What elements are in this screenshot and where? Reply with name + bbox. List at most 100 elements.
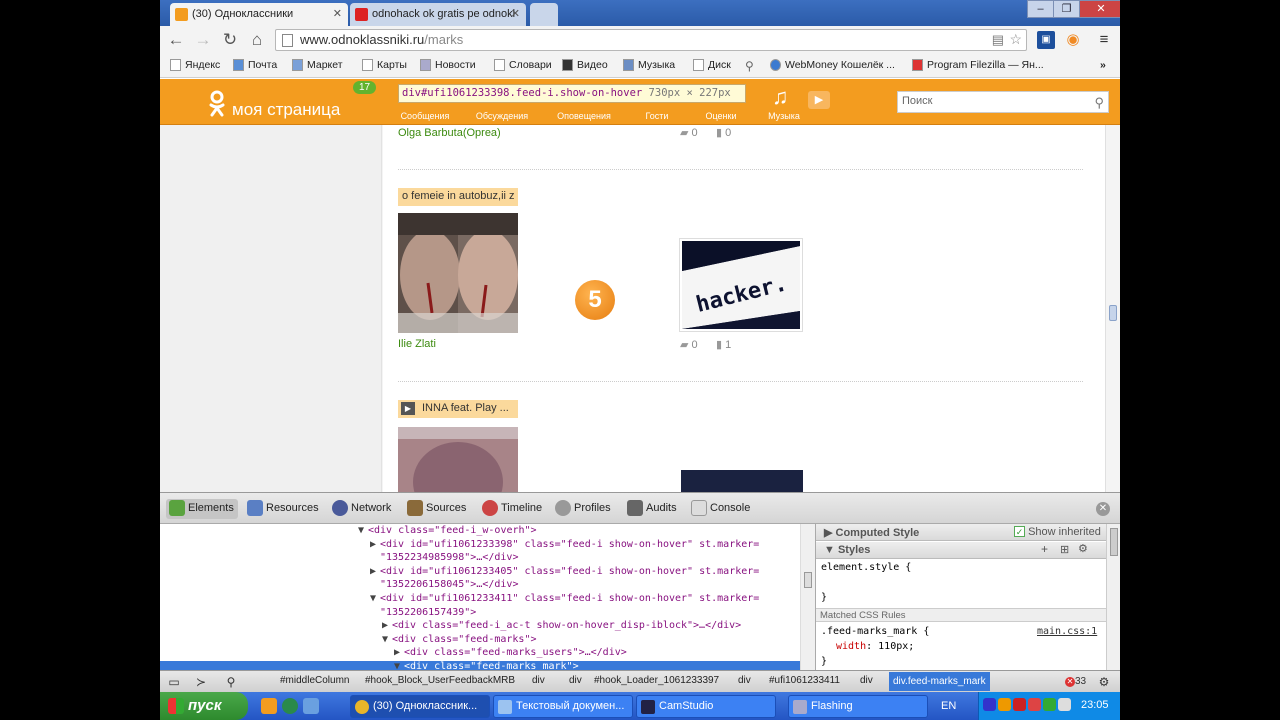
feed-thumbnail[interactable] [681, 470, 803, 492]
expand-toggle-icon[interactable]: ▼ [358, 525, 368, 536]
bookmark-video[interactable]: Видео [562, 59, 608, 71]
element-style-rule[interactable]: element.style { [821, 562, 911, 573]
tab-profiles[interactable]: Profiles [552, 499, 615, 519]
search-icon[interactable]: ⚲ [745, 59, 754, 73]
settings-gear-icon[interactable]: ⚙ [1096, 674, 1112, 690]
settings-gear-icon[interactable]: ⚙ [1078, 542, 1088, 555]
breadcrumb-item[interactable]: div [569, 675, 582, 686]
nav-marks[interactable]: Оценки [691, 111, 751, 121]
expand-toggle-icon[interactable]: ▶ [394, 647, 404, 658]
dock-icon[interactable]: ▭ [166, 674, 182, 690]
tab-timeline[interactable]: Timeline [479, 499, 546, 519]
feed-author-link[interactable]: Ilie Zlati [398, 338, 436, 350]
dom-node-line[interactable]: ▼ <div class="feed-i_w-overh"> [358, 525, 537, 536]
tray-icon[interactable] [998, 698, 1011, 711]
tray-icon[interactable] [1043, 698, 1056, 711]
expand-toggle-icon[interactable]: ▼ [394, 661, 404, 670]
page-scrollbar[interactable] [1105, 125, 1120, 492]
back-icon[interactable]: ← [166, 30, 186, 50]
likes-count[interactable]: ▮ 0 [716, 126, 731, 139]
hacker-thumbnail[interactable]: hacker. [679, 238, 803, 332]
breadcrumb-item[interactable]: #hook_Loader_1061233397 [594, 675, 719, 686]
language-indicator[interactable]: EN [941, 700, 956, 712]
tab-resources[interactable]: Resources [244, 499, 323, 519]
ok-search-input[interactable]: Поиск ⚲ [897, 91, 1109, 113]
search-icon[interactable]: ⚲ [1094, 95, 1104, 111]
bookmark-music[interactable]: Музыка [623, 59, 675, 71]
bookmarks-overflow-icon[interactable]: » [1100, 59, 1106, 71]
scrollbar-thumb[interactable] [1109, 305, 1117, 321]
breadcrumb-item[interactable]: #middleColumn [280, 675, 349, 686]
add-rule-icon[interactable]: + [1041, 542, 1048, 556]
close-tab-icon[interactable]: ✕ [333, 7, 342, 20]
clock[interactable]: 23:05 [1081, 699, 1109, 711]
expand-toggle-icon[interactable]: ▶ [370, 539, 380, 550]
bookmark-maps[interactable]: Карты [362, 59, 407, 71]
tab-elements[interactable]: Elements [166, 499, 238, 519]
toggle-state-icon[interactable]: ⊞ [1060, 543, 1069, 556]
bookmark-webmoney[interactable]: WebMoney Кошелёк ... [770, 59, 895, 71]
wordpress-quicklaunch-icon[interactable] [282, 698, 298, 714]
nav-notifications[interactable]: Оповещения [554, 111, 614, 121]
my-page-link[interactable]: моя страница [208, 87, 340, 120]
play-icon[interactable]: ▶ [808, 91, 830, 109]
show-inherited-checkbox[interactable]: ✓ Show inherited [1014, 526, 1101, 538]
console-toggle-icon[interactable]: ≻ [193, 674, 209, 690]
dom-node-line[interactable]: ▶ <div class="feed-i_ac-t show-on-hover_d… [382, 620, 741, 631]
rule-source-link[interactable]: main.css:1 [1037, 626, 1097, 637]
styles-scrollbar[interactable] [1106, 524, 1120, 670]
bookmark-dictionaries[interactable]: Словари [494, 59, 552, 71]
comments-count[interactable]: ▰ 0 [680, 338, 698, 351]
breadcrumb-item[interactable]: div [738, 675, 751, 686]
tab-network[interactable]: Network [329, 499, 395, 519]
dom-node-line[interactable]: ▶ <div id="ufi1061233398" class="feed-i s… [370, 539, 759, 550]
task-camstudio[interactable]: CamStudio [636, 695, 776, 718]
nav-discussions[interactable]: Обсуждения [472, 111, 532, 121]
close-tab-icon[interactable]: ✕ [511, 7, 520, 20]
maximize-button[interactable]: ❐ [1053, 0, 1080, 18]
tab-console[interactable]: Console [688, 499, 754, 519]
forward-icon[interactable]: → [193, 30, 213, 50]
ok-quicklaunch-icon[interactable] [261, 698, 277, 714]
dom-node-line[interactable]: ▶ <div id="ufi1061233405" class="feed-i s… [370, 566, 759, 577]
rule-selector[interactable]: .feed-marks_mark { [821, 626, 929, 637]
feed-author-link[interactable]: Olga Barbuta(Oprea) [398, 127, 501, 139]
tray-icon[interactable] [983, 698, 996, 711]
new-tab-button[interactable] [530, 3, 558, 26]
bookmark-disk[interactable]: Диск [693, 59, 731, 71]
dom-node-line[interactable]: "1352206158045">…</div> [370, 579, 518, 590]
rss-icon[interactable]: ◉ [1064, 31, 1082, 49]
bookmark-mail[interactable]: Почта [233, 59, 277, 71]
extension-icon[interactable]: ▣ [1037, 31, 1055, 49]
home-icon[interactable]: ⌂ [247, 30, 267, 50]
menu-icon[interactable]: ≡ [1095, 31, 1113, 49]
nav-music[interactable]: Музыка [754, 111, 814, 121]
expand-toggle-icon[interactable]: ▼ [382, 634, 392, 645]
dom-node-line[interactable]: ▼ <div class="feed-marks"> [382, 634, 537, 645]
music-note-icon[interactable]: ♫ [772, 84, 789, 110]
dom-node-line[interactable]: "1352206157439"> [370, 607, 476, 618]
tray-icon[interactable] [1028, 698, 1041, 711]
task-flashing[interactable]: Flashing [788, 695, 928, 718]
task-chrome[interactable]: (30) Одноклассник... [350, 695, 490, 718]
feed-photo[interactable] [398, 427, 518, 492]
address-bar[interactable]: www.odnoklassniki.ru/marks ▤ ☆ [275, 29, 1027, 51]
likes-count[interactable]: ▮ 1 [716, 338, 731, 351]
dom-node-line[interactable]: ▼ <div id="ufi1061233411" class="feed-i s… [370, 593, 759, 604]
tray-icon[interactable] [1058, 698, 1071, 711]
task-notepad[interactable]: Текстовый докумен... [493, 695, 633, 718]
bookmark-yandex[interactable]: Яндекс [170, 59, 220, 71]
tab-audits[interactable]: Audits [624, 499, 681, 519]
feed-caption-music[interactable]: ▶ INNA feat. Play ... [398, 400, 518, 418]
nav-guests[interactable]: Гости [627, 111, 687, 121]
start-button[interactable]: пуск [160, 692, 248, 720]
bookmark-filezilla[interactable]: Program Filezilla — Ян... [912, 59, 1044, 71]
expand-toggle-icon[interactable]: ▶ [382, 620, 392, 631]
bookmark-news[interactable]: Новости [420, 59, 476, 71]
bookmark-market[interactable]: Маркет [292, 59, 343, 71]
tray-icon[interactable] [1013, 698, 1026, 711]
tab-youtube[interactable]: odnohack ok gratis pe odnokl ✕ [350, 3, 526, 26]
close-devtools-icon[interactable]: ✕ [1096, 502, 1110, 516]
page-action-icon[interactable]: ▤ [992, 32, 1004, 48]
breadcrumb-item[interactable]: div [532, 675, 545, 686]
